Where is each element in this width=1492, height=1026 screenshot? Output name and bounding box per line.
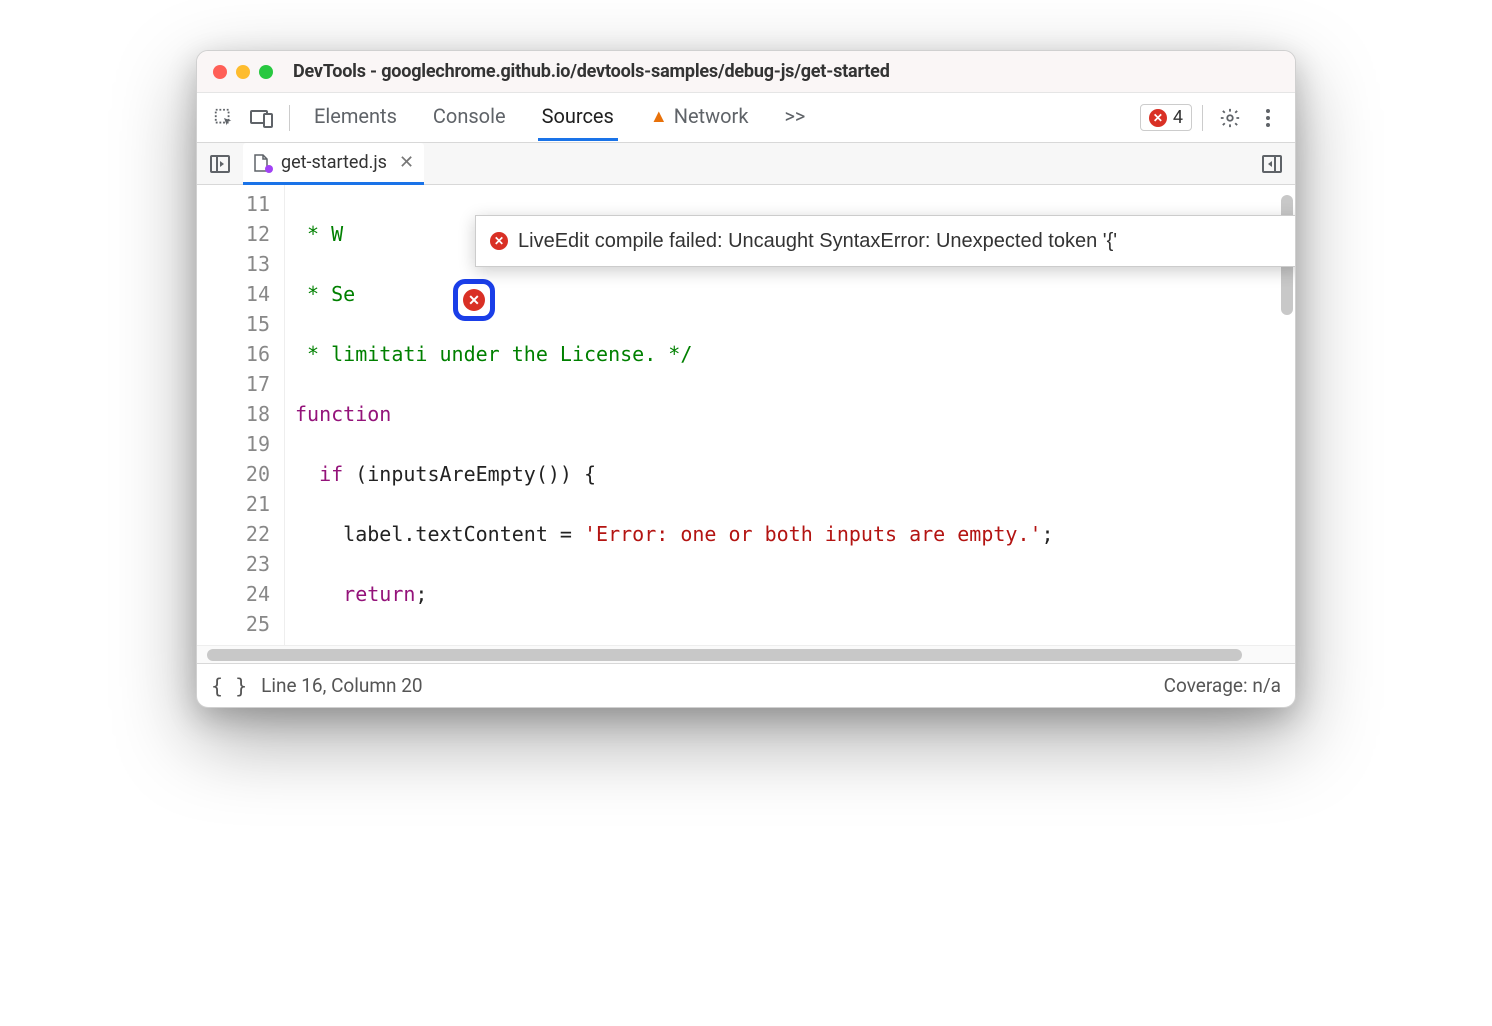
line-number[interactable]: 20 [197,459,270,489]
more-tabs-glyph: >> [784,104,805,128]
code-text: ; [415,582,427,606]
line-number[interactable]: 12 [197,219,270,249]
tab-network[interactable]: ▲ Network [646,94,753,141]
tab-console[interactable]: Console [429,94,510,141]
code-editor[interactable]: 111213141516171819202122232425 * W * Se … [197,185,1295,645]
modified-indicator-icon [265,165,273,173]
line-number[interactable]: 14 [197,279,270,309]
coverage-status: Coverage: n/a [1164,674,1281,697]
line-number[interactable]: 17 [197,369,270,399]
scrollbar-thumb[interactable] [207,649,1242,661]
horizontal-scrollbar[interactable] [197,645,1295,663]
line-number[interactable]: 16 [197,339,270,369]
code-text: (inputsAreEmpty()) { [343,462,596,486]
line-gutter[interactable]: 111213141516171819202122232425 [197,185,285,645]
inspect-element-icon[interactable] [207,101,241,135]
line-number[interactable]: 23 [197,549,270,579]
error-icon: ✕ [1149,109,1167,127]
line-number[interactable]: 19 [197,429,270,459]
code-text: if [319,462,343,486]
panel-tabs: Elements Console Sources ▲ Network >> [310,94,809,141]
line-number[interactable]: 24 [197,579,270,609]
cursor-position: Line 16, Column 20 [261,674,422,697]
line-number[interactable]: 25 [197,609,270,639]
status-bar: { } Line 16, Column 20 Coverage: n/a [197,663,1295,707]
more-tabs-button[interactable]: >> [780,94,809,141]
debugger-toggle-icon[interactable] [1257,149,1287,179]
pretty-print-button[interactable]: { } [211,674,247,698]
line-number[interactable]: 18 [197,399,270,429]
tab-elements[interactable]: Elements [310,94,401,141]
inline-error-marker[interactable]: ✕ [453,279,495,321]
code-text: ; [1042,522,1054,546]
code-text: label.textContent = [295,522,584,546]
toolbar-separator [289,105,290,131]
tab-console-label: Console [433,104,506,128]
window-controls [213,65,273,79]
error-tooltip: ✕ LiveEdit compile failed: Uncaught Synt… [475,215,1295,267]
error-count-button[interactable]: ✕ 4 [1140,104,1192,131]
more-menu-icon[interactable] [1251,101,1285,135]
error-icon: ✕ [463,289,485,311]
devtools-window: DevTools - googlechrome.github.io/devtoo… [196,50,1296,708]
file-tab-bar: get-started.js ✕ [197,143,1295,185]
main-toolbar: Elements Console Sources ▲ Network >> ✕ … [197,93,1295,143]
navigator-toggle-icon[interactable] [205,149,235,179]
toolbar-separator [1202,105,1203,131]
tab-network-label: Network [674,104,749,128]
code-text: function [295,402,391,426]
window-title: DevTools - googlechrome.github.io/devtoo… [293,61,890,82]
line-number[interactable]: 15 [197,309,270,339]
error-count-label: 4 [1173,107,1183,128]
code-text: * limitati [295,342,427,366]
tab-elements-label: Elements [314,104,397,128]
maximize-window-button[interactable] [259,65,273,79]
titlebar: DevTools - googlechrome.github.io/devtoo… [197,51,1295,93]
tab-sources[interactable]: Sources [538,94,618,141]
close-window-button[interactable] [213,65,227,79]
close-tab-icon[interactable]: ✕ [399,152,414,173]
code-text: return [343,582,415,606]
minimize-window-button[interactable] [236,65,250,79]
code-text: * W [295,222,343,246]
line-number[interactable]: 11 [197,189,270,219]
code-text: under the License. */ [427,342,692,366]
file-tab[interactable]: get-started.js ✕ [243,143,424,185]
code-area[interactable]: * W * Se * limitati under the License. *… [285,185,1295,645]
code-text: } [295,642,331,645]
error-icon: ✕ [490,232,508,250]
file-tab-label: get-started.js [281,152,387,173]
code-text: * Se [295,282,355,306]
tooltip-message: LiveEdit compile failed: Uncaught Syntax… [518,226,1117,256]
warning-icon: ▲ [650,106,668,127]
line-number[interactable]: 22 [197,519,270,549]
tab-sources-label: Sources [542,104,614,128]
code-text: 'Error: one or both inputs are empty.' [584,522,1042,546]
device-toolbar-icon[interactable] [245,101,279,135]
settings-icon[interactable] [1213,101,1247,135]
line-number[interactable]: 21 [197,489,270,519]
line-number[interactable]: 13 [197,249,270,279]
